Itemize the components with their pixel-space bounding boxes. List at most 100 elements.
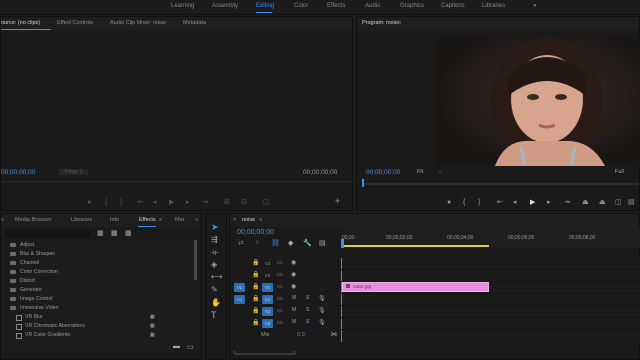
program-timecode[interactable]: 00;00;00;00 [366, 169, 400, 176]
add-marker-icon[interactable]: ◆ [288, 239, 293, 247]
scroll-handle-left[interactable]: ○ [233, 350, 236, 356]
workspace-effects[interactable]: Effects [327, 3, 345, 9]
mark-in-icon[interactable]: { [463, 199, 465, 206]
track-content-area[interactable]: noise.jpg [341, 258, 640, 342]
go-to-out-icon[interactable]: ⇥ [202, 199, 208, 206]
sync-lock-icon[interactable]: ▭ [277, 307, 283, 314]
track-name-v1[interactable]: V1 [262, 283, 273, 292]
export-frame-icon[interactable]: ◫ [615, 199, 622, 206]
32bit-effects-icon[interactable]: ▦ [111, 229, 118, 237]
track-name-a2[interactable]: A2 [262, 307, 273, 316]
effects-search-input[interactable] [5, 229, 91, 238]
eye-icon[interactable]: ◉ [291, 283, 296, 290]
tab-sequence[interactable]: noise [242, 217, 255, 223]
workspace-graphics[interactable]: Graphics [400, 3, 424, 9]
add-marker-icon[interactable]: ● [447, 199, 451, 206]
tree-item-vr-color-gradients[interactable]: VR Color Gradients ▦ [1, 331, 196, 340]
step-forward-icon[interactable]: ▸ [186, 199, 190, 206]
tree-item-color-correction[interactable]: Color Correction [1, 268, 196, 277]
eye-icon[interactable]: ◉ [291, 271, 296, 278]
lift-icon[interactable]: ⏏ [582, 199, 589, 206]
lock-icon[interactable]: 🔒 [252, 295, 259, 302]
tab-libraries[interactable]: Libraries [71, 217, 92, 223]
timeline-menu-icon[interactable]: ≡ [259, 217, 262, 223]
track-name-a1[interactable]: A1 [262, 295, 273, 304]
workspace-assembly[interactable]: Assembly [212, 3, 238, 9]
microphone-icon[interactable]: 🎙 [318, 295, 326, 302]
program-fit-dropdown[interactable]: Fit [417, 169, 423, 175]
step-forward-icon[interactable]: ▸ [547, 199, 551, 206]
program-title[interactable]: Program: noise [362, 20, 399, 26]
tree-item-image-control[interactable]: Image Control [1, 295, 196, 304]
captions-icon[interactable]: ▤ [319, 239, 326, 247]
pen-tool-icon[interactable]: ✎ [211, 285, 218, 294]
effects-scrollbar[interactable] [194, 240, 197, 280]
wrench-icon[interactable]: 🔧 [303, 239, 312, 247]
mute-button[interactable]: M [292, 319, 296, 325]
play-icon[interactable]: ▶ [530, 199, 535, 206]
extract-icon[interactable]: ⏏ [599, 199, 606, 206]
panel-more-right[interactable]: » [195, 217, 198, 223]
step-back-icon[interactable]: ◂ [513, 199, 517, 206]
tree-item-adjust[interactable]: Adjust [1, 241, 196, 250]
tab-effect-controls[interactable]: Effect Controls [57, 20, 93, 26]
source-patch-a1[interactable]: A1 [234, 295, 245, 304]
track-select-tool-icon[interactable]: ⇶ [211, 235, 218, 244]
mark-in-icon[interactable]: { [105, 199, 107, 206]
tab-info[interactable]: Info [110, 217, 119, 223]
tree-item-distort[interactable]: Distort [1, 277, 196, 286]
razor-tool-icon[interactable]: ◈ [211, 260, 217, 269]
step-back-icon[interactable]: ◂ [153, 199, 157, 206]
workspace-captions[interactable]: Captions [441, 3, 465, 9]
panel-more-left[interactable]: » [1, 217, 4, 223]
mute-button[interactable]: M [292, 307, 296, 313]
mute-button[interactable]: M [292, 295, 296, 301]
go-to-out-icon[interactable]: ⇥ [564, 199, 570, 206]
workspace-editing[interactable]: Editing [256, 3, 274, 9]
track-name-v2[interactable]: V2 [262, 271, 273, 280]
tree-item-vr-chromatic-aberrations[interactable]: VR Chromatic Aberrations ▦ [1, 322, 196, 331]
new-bin-icon[interactable]: ▬ [173, 343, 180, 350]
delete-icon[interactable]: ▭ [187, 343, 194, 351]
program-menu-icon[interactable]: ≡ [398, 20, 401, 26]
insert-icon[interactable]: ⊞ [224, 199, 230, 206]
workspace-more-button[interactable]: » [533, 3, 536, 9]
go-to-in-icon[interactable]: ⇤ [497, 199, 503, 206]
work-area-bar[interactable] [341, 245, 489, 247]
yuv-effects-icon[interactable]: ▦ [125, 229, 132, 237]
hand-tool-icon[interactable]: ✋ [211, 298, 221, 307]
zoom-scrollbar[interactable] [235, 353, 295, 355]
sync-lock-icon[interactable]: ▭ [277, 283, 283, 290]
source-page-dropdown[interactable]: Page 1 [59, 169, 89, 175]
sync-lock-icon[interactable]: ▭ [277, 295, 283, 302]
add-marker-icon[interactable]: ● [87, 199, 91, 206]
microphone-icon[interactable]: 🎙 [318, 319, 326, 326]
source-add-button[interactable]: + [335, 197, 340, 206]
video-clip[interactable]: noise.jpg [342, 282, 489, 292]
nest-icon[interactable]: ⇄ [238, 239, 244, 247]
close-icon[interactable]: × [233, 217, 236, 223]
tree-item-blur-sharpen[interactable]: Blur & Sharpen [1, 250, 196, 259]
tree-item-immersive-video[interactable]: Immersive Video [1, 304, 196, 313]
tab-markers[interactable]: Mar [175, 217, 184, 223]
tab-audio-clip-mixer[interactable]: Audio Clip Mixer: noise [110, 20, 166, 26]
source-timecode[interactable]: 00;00;00;00 [1, 169, 35, 176]
mark-out-icon[interactable]: } [478, 199, 480, 206]
effects-menu-icon[interactable]: ≡ [159, 217, 162, 223]
program-quality-dropdown[interactable]: Full [615, 169, 624, 175]
lock-icon[interactable]: 🔒 [252, 307, 259, 314]
solo-button[interactable]: S [306, 295, 309, 301]
linked-selection-icon[interactable]: ⛓ [271, 239, 280, 247]
compare-icon[interactable]: ▤ [628, 199, 635, 206]
program-scrub-bar[interactable] [363, 183, 639, 185]
playhead[interactable] [341, 239, 344, 248]
track-name-a3[interactable]: A3 [262, 319, 273, 328]
mix-value[interactable]: 0.0 [297, 332, 305, 338]
tree-item-vr-blur[interactable]: VR Blur ▦ [1, 313, 196, 322]
lock-icon[interactable]: 🔒 [252, 319, 259, 326]
accelerated-effects-icon[interactable]: ▦ [97, 229, 104, 237]
tab-effects[interactable]: Effects [139, 217, 156, 223]
microphone-icon[interactable]: 🎙 [318, 307, 326, 314]
workspace-libraries[interactable]: Libraries [482, 3, 505, 9]
selection-tool-icon[interactable]: ➤ [211, 222, 219, 233]
